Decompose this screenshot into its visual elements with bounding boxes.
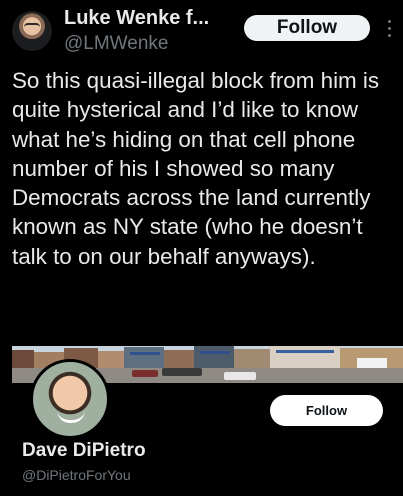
author-avatar[interactable] <box>12 11 52 51</box>
post-text: So this quasi-illegal block from him is … <box>12 68 380 269</box>
author-name[interactable]: Luke Wenke f... <box>64 7 209 30</box>
author-handle[interactable]: @LMWenke <box>64 33 168 55</box>
post-header: Luke Wenke f... @LMWenke Follow <box>0 0 403 60</box>
profile-card[interactable]: Follow Dave DiPietro @DiPietroForYou <box>12 346 403 496</box>
follow-button[interactable]: Follow <box>244 15 370 41</box>
profile-avatar[interactable] <box>30 359 110 439</box>
profile-handle[interactable]: @DiPietroForYou <box>22 467 131 483</box>
more-vertical-icon[interactable] <box>381 14 397 42</box>
profile-name[interactable]: Dave DiPietro <box>22 440 146 462</box>
profile-follow-button[interactable]: Follow <box>270 395 383 426</box>
